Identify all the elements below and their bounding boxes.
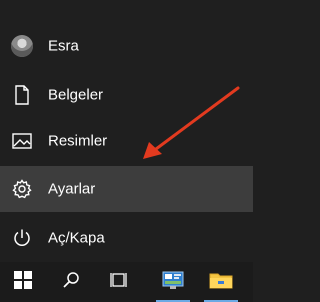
control-panel-taskbar-button[interactable] [150,262,196,302]
task-view-button[interactable] [96,262,142,302]
search-icon [62,271,80,294]
search-button[interactable] [48,262,94,302]
windows-start-icon [14,270,32,294]
menu-item-pictures[interactable]: Resimler [0,118,253,164]
user-avatar-icon [10,34,34,58]
file-explorer-icon [209,270,233,295]
gear-icon [10,177,34,201]
power-icon [10,226,34,250]
image-icon [10,129,34,153]
document-icon [10,83,34,107]
menu-item-label: Resimler [48,132,108,150]
menu-item-settings[interactable]: Ayarlar [0,166,253,212]
start-menu: Esra Belgeler Resimler Ayarlar Aç/Kapa [0,0,253,262]
menu-item-power[interactable]: Aç/Kapa [0,215,253,261]
menu-item-documents[interactable]: Belgeler [0,72,253,118]
start-button[interactable] [0,262,46,302]
file-explorer-taskbar-button[interactable] [198,262,244,302]
task-view-icon [110,271,128,294]
menu-item-user[interactable]: Esra [0,23,253,69]
menu-item-label: Aç/Kapa [48,229,105,247]
control-panel-app-icon [162,270,184,295]
menu-item-label: Esra [48,37,79,55]
taskbar [0,262,253,302]
menu-item-label: Ayarlar [48,180,96,198]
menu-item-label: Belgeler [48,86,104,104]
